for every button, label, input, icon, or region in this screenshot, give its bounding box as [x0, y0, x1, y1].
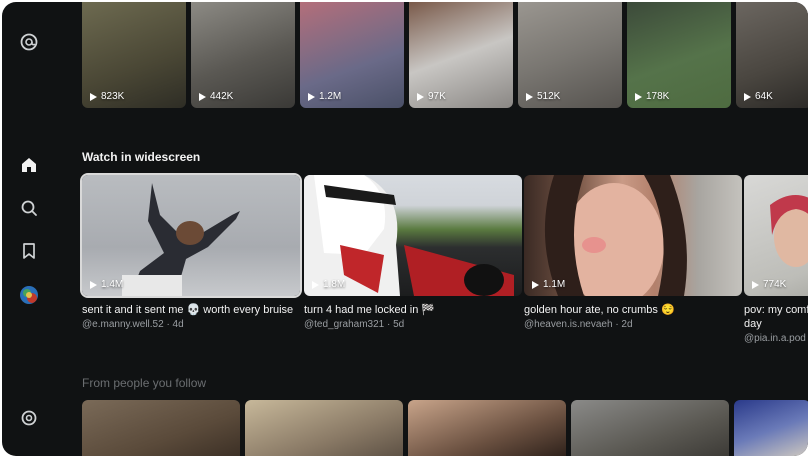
video-thumbnail[interactable]: 1.1M	[524, 175, 742, 296]
video-thumbnail[interactable]: 774K	[744, 175, 808, 296]
view-count: 64K	[744, 91, 773, 102]
view-count: 178K	[635, 91, 669, 102]
video-tile[interactable]: 178K	[627, 2, 731, 108]
widescreen-card[interactable]: 774K pov: my comfoday @pia.in.a.pod ·	[744, 175, 808, 345]
home-icon[interactable]	[17, 153, 41, 177]
following-row	[82, 400, 808, 456]
thumbnail-art	[770, 195, 808, 267]
widescreen-card[interactable]: 1.4M sent it and it sent me 💀 worth ever…	[82, 175, 300, 331]
video-thumbnail[interactable]: 1.8M	[304, 175, 522, 296]
play-icon	[635, 92, 642, 101]
play-icon	[526, 92, 533, 101]
view-count: 1.4M	[90, 279, 123, 290]
play-icon	[90, 280, 97, 289]
play-icon	[308, 92, 315, 101]
settings-icon[interactable]	[17, 406, 41, 430]
video-caption: pov: my comfoday	[744, 304, 808, 330]
thumbnail-art	[122, 183, 240, 296]
threads-logo-icon[interactable]	[17, 30, 41, 54]
video-author[interactable]: @pia.in.a.pod ·	[744, 332, 808, 345]
video-tile[interactable]: 1.2M	[300, 2, 404, 108]
bookmark-icon[interactable]	[17, 239, 41, 263]
play-icon	[90, 92, 97, 101]
video-tile[interactable]	[245, 400, 403, 456]
video-tile[interactable]	[734, 400, 808, 456]
video-tile[interactable]	[571, 400, 729, 456]
feed-content: 823K 442K 1.2M 97K 512K 178K 64K Watch i…	[82, 2, 808, 456]
play-icon	[744, 92, 751, 101]
video-tile[interactable]	[408, 400, 566, 456]
view-count: 1.1M	[532, 279, 565, 290]
video-tile[interactable]: 823K	[82, 2, 186, 108]
widescreen-card[interactable]: 1.8M turn 4 had me locked in 🏁 @ted_grah…	[304, 175, 522, 331]
thumbnail-art	[544, 175, 687, 296]
view-count: 1.2M	[308, 91, 341, 102]
widescreen-row: 1.4M sent it and it sent me 💀 worth ever…	[82, 175, 808, 355]
video-author[interactable]: @heaven.is.nevaeh · 2d	[524, 318, 742, 331]
play-icon	[752, 280, 759, 289]
play-icon	[312, 280, 319, 289]
video-caption: sent it and it sent me 💀 worth every bru…	[82, 304, 294, 316]
section-title-widescreen: Watch in widescreen	[82, 150, 201, 164]
video-author[interactable]: @e.manny.well.52 · 4d	[82, 318, 300, 331]
video-author[interactable]: @ted_graham321 · 5d	[304, 318, 522, 331]
video-tile[interactable]: 512K	[518, 2, 622, 108]
play-icon	[532, 280, 539, 289]
view-count: 823K	[90, 91, 124, 102]
avatar-icon[interactable]	[20, 286, 38, 304]
search-icon[interactable]	[17, 196, 41, 220]
video-tile[interactable]	[82, 400, 240, 456]
video-caption: golden hour ate, no crumbs 😌	[524, 304, 675, 316]
video-caption: turn 4 had me locked in 🏁	[304, 304, 436, 316]
view-count: 512K	[526, 91, 560, 102]
video-tile[interactable]: 442K	[191, 2, 295, 108]
play-icon	[199, 92, 206, 101]
widescreen-card[interactable]: 1.1M golden hour ate, no crumbs 😌 @heave…	[524, 175, 742, 331]
video-tile[interactable]: 64K	[736, 2, 808, 108]
top-video-row: 823K 442K 1.2M 97K 512K 178K 64K	[82, 2, 808, 110]
app-screen: 823K 442K 1.2M 97K 512K 178K 64K Watch i…	[2, 2, 808, 456]
video-tile[interactable]: 97K	[409, 2, 513, 108]
thumbnail-art	[304, 175, 514, 296]
view-count: 97K	[417, 91, 446, 102]
video-thumbnail[interactable]: 1.4M	[82, 175, 300, 296]
section-title-following: From people you follow	[82, 376, 207, 390]
view-count: 442K	[199, 91, 233, 102]
sidebar	[2, 2, 60, 456]
play-icon	[417, 92, 424, 101]
view-count: 1.8M	[312, 279, 345, 290]
view-count: 774K	[752, 279, 786, 290]
